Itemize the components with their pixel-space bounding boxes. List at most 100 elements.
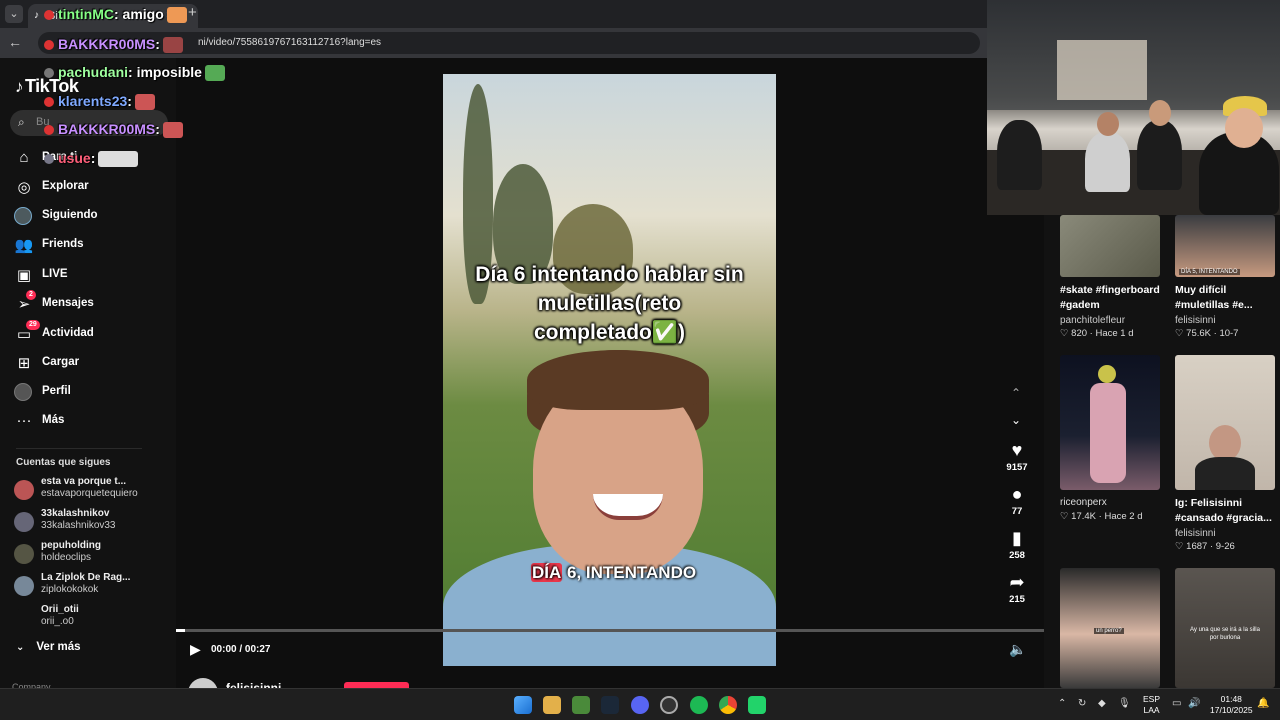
chat-message: pachudani: imposible <box>44 64 225 82</box>
more-icon: ··· <box>16 412 32 429</box>
play-icon[interactable]: ▶ <box>190 641 201 658</box>
video-title[interactable]: Ig: Felisisinni #cansado #gracia... <box>1175 496 1279 526</box>
comment-button[interactable]: ● 77 <box>1000 484 1034 517</box>
decoration <box>1057 40 1147 100</box>
progress-bar[interactable] <box>176 629 1044 632</box>
chevron-up-icon[interactable]: ⌃ <box>1058 698 1066 709</box>
time-display: 00:00 / 00:27 <box>211 644 271 655</box>
security-icon[interactable]: ◆ <box>1098 698 1106 709</box>
chevron-down-icon[interactable]: ⌄ <box>1011 413 1021 427</box>
video-meta: ♡ 1687 · 9-26 <box>1175 541 1235 552</box>
chevron-down-icon: ⌄ <box>16 642 25 653</box>
language-indicator[interactable]: ESP LAA <box>1143 694 1160 716</box>
video-author[interactable]: riceonperx <box>1060 497 1107 508</box>
plus-square-icon: ⊞ <box>17 355 31 372</box>
progress-fill <box>176 629 185 632</box>
sidebar-item-live[interactable]: ▣ LIVE <box>14 265 164 287</box>
url-text: ni/video/7558619767163112716?lang=es <box>198 37 382 48</box>
following-account[interactable]: Orii_otii orii_.o0 <box>14 604 164 634</box>
app-icon[interactable] <box>660 696 678 714</box>
following-account[interactable]: La Ziplok De Rag... ziplokokokok <box>14 572 164 602</box>
sidebar-item-mensajes[interactable]: ➢ 2 Mensajes <box>14 290 164 316</box>
file-explorer-icon[interactable] <box>543 696 561 714</box>
see-more-button[interactable]: ⌄ Ver más <box>16 641 81 653</box>
share-button[interactable]: ➦ 215 <box>1000 572 1034 605</box>
sidebar-item-perfil[interactable]: Perfil <box>14 382 164 404</box>
sidebar-item-friends[interactable]: 👥 Friends <box>14 235 164 257</box>
video-thumbnail[interactable] <box>1060 215 1160 277</box>
person <box>1137 120 1182 190</box>
following-account[interactable]: esta va porque t... estavaporquetequiero <box>14 476 164 506</box>
new-tab-button[interactable]: + <box>188 4 197 21</box>
video-author[interactable]: panchitolefleur <box>1060 315 1125 326</box>
chat-badge-icon <box>44 154 54 165</box>
app-icon[interactable] <box>572 696 590 714</box>
chat-message: tintinMC: amigo <box>44 6 187 24</box>
spotify-icon[interactable] <box>690 696 708 714</box>
home-icon: ⌂ <box>19 149 29 166</box>
person-head <box>1225 108 1263 148</box>
thumbnail-tag: un perro? <box>1094 628 1124 634</box>
video-thumbnail[interactable]: Ay una que se irá a la silla por burlona <box>1175 568 1275 688</box>
chat-badge-icon <box>44 125 54 136</box>
sidebar-item-explorar[interactable]: ◎ Explorar <box>14 177 164 199</box>
volume-icon[interactable]: 🔊 <box>1188 698 1200 709</box>
sidebar-item-siguiendo[interactable]: Siguiendo <box>14 206 164 228</box>
avatar <box>14 207 32 225</box>
discord-icon[interactable] <box>631 696 649 714</box>
tab-search-button[interactable]: ⌄ <box>5 5 23 23</box>
heart-outline-icon: ♡ <box>1175 328 1184 339</box>
sidebar-item-mas[interactable]: ··· Más <box>14 411 164 433</box>
kick-icon[interactable] <box>748 696 766 714</box>
emote-icon <box>166 7 187 24</box>
chat-message: BAKKKR00MS: <box>44 121 183 139</box>
clock[interactable]: 01:48 17/10/2025 <box>1210 694 1253 716</box>
sidebar-item-actividad[interactable]: ▭ 29 Actividad <box>14 320 164 346</box>
video-thumbnail[interactable] <box>1175 355 1275 490</box>
thumbnail-tag: Ay una que se irá a la silla por burlona <box>1190 627 1260 641</box>
video-caption: Día 6 intentando hablar sin muletillas(r… <box>475 263 744 344</box>
following-account[interactable]: 33kalashnikov 33kalashnikov33 <box>14 508 164 538</box>
microphone-icon[interactable]: 🎙 <box>1118 698 1131 709</box>
friends-icon: 👥 <box>14 237 34 254</box>
emote-icon <box>162 122 183 139</box>
chevron-up-icon[interactable]: ⌃ <box>1011 386 1021 400</box>
heart-outline-icon: ♡ <box>1060 328 1069 339</box>
chat-badge-icon <box>44 10 54 21</box>
following-account[interactable]: pepuholding holdeoclips <box>14 540 164 570</box>
windows-start-icon[interactable] <box>514 696 532 714</box>
webcam-overlay <box>987 0 1280 215</box>
video-author[interactable]: felisisinni <box>1175 315 1216 326</box>
video-title[interactable]: #skate #fingerboard #gadem <box>1060 283 1164 313</box>
person-face <box>1209 425 1241 461</box>
video-title[interactable]: Muy difícil #muletillas #e... <box>1175 283 1279 313</box>
video-meta: ♡ 17.4K · Hace 2 d <box>1060 511 1143 522</box>
messages-badge: 2 <box>26 290 36 300</box>
chrome-icon[interactable] <box>719 696 737 714</box>
search-icon: ⌕ <box>18 115 25 129</box>
person-head <box>1149 100 1171 126</box>
video-frame[interactable]: Día 6 intentando hablar sin muletillas(r… <box>443 74 776 666</box>
following-header: Cuentas que sigues <box>16 457 111 468</box>
sync-icon[interactable]: ↻ <box>1078 698 1086 709</box>
video-author[interactable]: felisisinni <box>1175 528 1216 539</box>
video-meta: ♡ 820 · Hace 1 d <box>1060 328 1134 339</box>
person-hair <box>527 350 709 410</box>
like-button[interactable]: ♥ 9157 <box>1000 440 1034 473</box>
avatar <box>14 512 34 532</box>
person <box>1085 132 1130 192</box>
network-icon[interactable]: ▭ <box>1172 698 1181 709</box>
tiktok-favicon-icon: ♪ <box>34 10 39 21</box>
steam-icon[interactable] <box>601 696 619 714</box>
heart-icon: ♥ <box>1011 440 1023 460</box>
taskbar: ⌃ ↻ ◆ 🎙 ESP LAA ▭ 🔊 01:48 17/10/2025 🔔 <box>0 688 1280 720</box>
notification-icon[interactable]: 🔔 <box>1257 698 1269 709</box>
sidebar-item-cargar[interactable]: ⊞ Cargar <box>14 353 164 375</box>
video-thumbnail[interactable]: DÍA 5, INTENTANDO <box>1175 215 1275 277</box>
back-arrow-icon[interactable]: ← <box>8 34 22 50</box>
save-button[interactable]: ▮ 258 <box>1000 528 1034 561</box>
volume-icon[interactable]: 🔈 <box>1009 641 1026 658</box>
video-thumbnail[interactable] <box>1060 355 1160 490</box>
video-thumbnail[interactable]: un perro? <box>1060 568 1160 688</box>
heart-outline-icon: ♡ <box>1060 511 1069 522</box>
